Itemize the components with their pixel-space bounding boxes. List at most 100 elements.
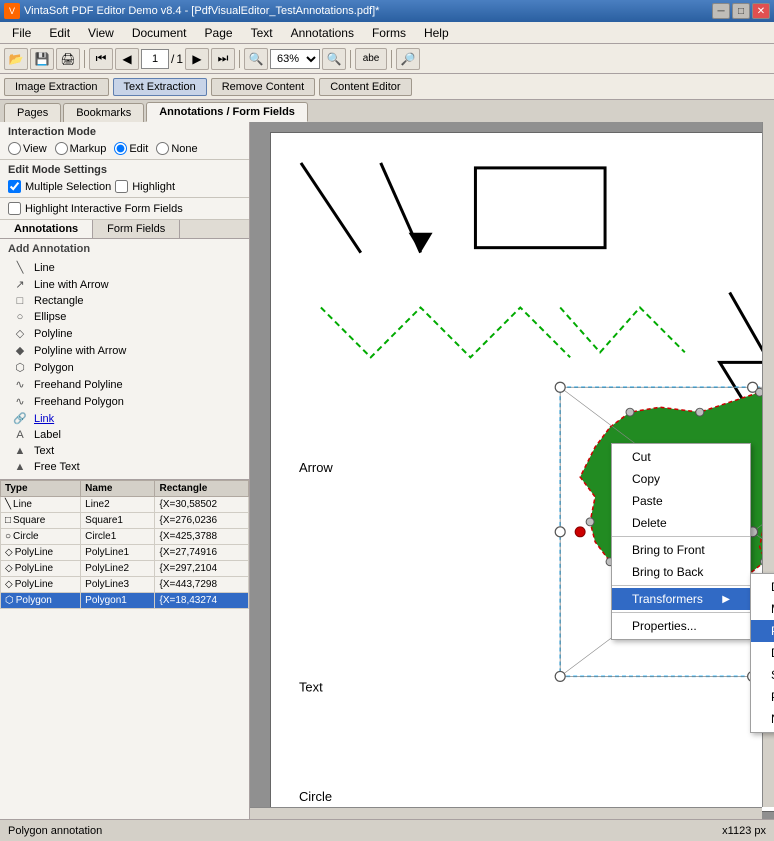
close-button[interactable]: ✕	[752, 3, 770, 19]
table-row[interactable]: ╲Line Line2 {X=30,58502	[1, 497, 249, 513]
submenu-skew[interactable]: Skew	[751, 664, 774, 686]
menu-help[interactable]: Help	[416, 24, 457, 42]
page-navigation: / 1	[141, 49, 183, 69]
ctx-transformers[interactable]: Transformers ▶	[612, 588, 750, 610]
svg-text:Text: Text	[299, 679, 323, 694]
add-link[interactable]: 🔗 Link	[8, 410, 241, 427]
highlight-label[interactable]: Highlight	[115, 180, 175, 193]
ctx-paste[interactable]: Paste	[612, 490, 750, 512]
pdf-canvas[interactable]: Arrow Text Circle Cut Copy Paste	[270, 132, 774, 812]
title-bar-controls[interactable]: ─ □ ✕	[712, 3, 770, 19]
tab-bookmarks[interactable]: Bookmarks	[63, 103, 144, 122]
highlight-form-fields-label[interactable]: Highlight Interactive Form Fields	[8, 202, 183, 215]
mode-markup[interactable]: Markup	[55, 142, 107, 155]
ctx-copy[interactable]: Copy	[612, 468, 750, 490]
menu-document[interactable]: Document	[124, 24, 195, 42]
open-button[interactable]: 📂	[4, 48, 28, 70]
app-icon: V	[4, 3, 20, 19]
ctx-delete[interactable]: Delete	[612, 512, 750, 534]
add-label[interactable]: A Label	[8, 427, 241, 443]
ctx-cut[interactable]: Cut	[612, 446, 750, 468]
ann-tab-form-fields[interactable]: Form Fields	[93, 220, 180, 238]
submenu-none[interactable]: None	[751, 708, 774, 730]
horizontal-scrollbar[interactable]	[250, 807, 762, 819]
page-separator: /	[171, 52, 174, 66]
table-row[interactable]: ◇PolyLine PolyLine1 {X=27,74916	[1, 545, 249, 561]
last-page-button[interactable]: ⏭	[211, 48, 235, 70]
ctx-sep1	[612, 536, 750, 537]
add-line-arrow[interactable]: ↗ Line with Arrow	[8, 276, 241, 293]
first-page-button[interactable]: ⏮	[89, 48, 113, 70]
row-rect: {X=18,43274	[155, 593, 249, 609]
submenu-move-resize-rotate[interactable]: Move/Resize/Rotate	[751, 598, 774, 620]
add-polyline[interactable]: ◇ Polyline	[8, 325, 241, 342]
prev-page-button[interactable]: ◀	[115, 48, 139, 70]
submenu-points[interactable]: Points	[751, 686, 774, 708]
minimize-button[interactable]: ─	[712, 3, 730, 19]
table-row[interactable]: ◇PolyLine PolyLine2 {X=297,2104	[1, 561, 249, 577]
menu-forms[interactable]: Forms	[364, 24, 414, 42]
add-polygon[interactable]: ⬡ Polygon	[8, 359, 241, 376]
add-rectangle[interactable]: □ Rectangle	[8, 293, 241, 309]
remove-content-button[interactable]: Remove Content	[211, 78, 316, 96]
menu-page[interactable]: Page	[197, 24, 241, 42]
row-rect: {X=443,7298	[155, 577, 249, 593]
search-button[interactable]: 🔎	[396, 48, 420, 70]
ctx-bring-back[interactable]: Bring to Back	[612, 561, 750, 583]
table-row[interactable]: □Square Square1 {X=276,0236	[1, 513, 249, 529]
text-extraction-button[interactable]: Text Extraction	[113, 78, 207, 96]
add-ellipse[interactable]: ○ Ellipse	[8, 309, 241, 325]
table-row[interactable]: ◇PolyLine PolyLine3 {X=443,7298	[1, 577, 249, 593]
canvas-inner: Arrow Text Circle Cut Copy Paste	[250, 122, 774, 819]
menu-edit[interactable]: Edit	[41, 24, 78, 42]
mode-none[interactable]: None	[156, 142, 197, 155]
add-polyline-arrow[interactable]: ◆ Polyline with Arrow	[8, 342, 241, 359]
transformers-submenu: Default Move/Resize/Rotate Points/Move/R…	[750, 573, 774, 733]
text-icon: ▲	[12, 445, 28, 457]
polyline-icon: ◇	[12, 327, 28, 340]
sep2	[239, 50, 240, 68]
tab-pages[interactable]: Pages	[4, 103, 61, 122]
menu-annotations[interactable]: Annotations	[283, 24, 362, 42]
svg-text:Arrow: Arrow	[299, 460, 333, 475]
print-button[interactable]: 🖨	[56, 48, 80, 70]
canvas-area[interactable]: Arrow Text Circle Cut Copy Paste	[250, 122, 774, 819]
add-freehand-polyline[interactable]: ∿ Freehand Polyline	[8, 376, 241, 393]
maximize-button[interactable]: □	[732, 3, 750, 19]
multiple-selection-label[interactable]: Multiple Selection	[8, 180, 111, 193]
zoom-select[interactable]: 63% 100% 150%	[270, 49, 320, 69]
table-row-selected[interactable]: ⬡Polygon Polygon1 {X=18,43274	[1, 593, 249, 609]
save-button[interactable]: 💾	[30, 48, 54, 70]
submenu-default[interactable]: Default	[751, 576, 774, 598]
ctx-sep2	[612, 585, 750, 586]
ann-tab-annotations[interactable]: Annotations	[0, 220, 93, 238]
col-rect: Rectangle	[155, 481, 249, 497]
add-freehand-polygon[interactable]: ∿ Freehand Polygon	[8, 393, 241, 410]
mode-view[interactable]: View	[8, 142, 47, 155]
menu-file[interactable]: File	[4, 24, 39, 42]
zoom-out-button[interactable]: 🔍	[244, 48, 268, 70]
annotation-table-scroll[interactable]: Type Name Rectangle ╲Line Line2 {X=30,58…	[0, 480, 249, 609]
next-page-button[interactable]: ▶	[185, 48, 209, 70]
text-button[interactable]: abe	[355, 48, 387, 70]
submenu-points-move-resize-rotate[interactable]: Points/Move/Resize/Rotate	[751, 620, 774, 642]
menu-view[interactable]: View	[80, 24, 122, 42]
mode-edit[interactable]: Edit	[114, 142, 148, 155]
row-rect: {X=30,58502	[155, 497, 249, 513]
image-extraction-button[interactable]: Image Extraction	[4, 78, 109, 96]
submenu-distortion[interactable]: Distortion	[751, 642, 774, 664]
page-input[interactable]	[141, 49, 169, 69]
content-editor-button[interactable]: Content Editor	[319, 78, 411, 96]
subtoolbar: Image Extraction Text Extraction Remove …	[0, 74, 774, 100]
add-text[interactable]: ▲ Text	[8, 443, 241, 459]
ctx-properties[interactable]: Properties...	[612, 615, 750, 637]
table-row[interactable]: ○Circle Circle1 {X=425,3788	[1, 529, 249, 545]
row-type: □Square	[1, 513, 81, 529]
ctx-bring-front[interactable]: Bring to Front	[612, 539, 750, 561]
add-line[interactable]: ╲ Line	[8, 259, 241, 276]
add-free-text[interactable]: ▲ Free Text	[8, 459, 241, 475]
tab-annotations[interactable]: Annotations / Form Fields	[146, 102, 308, 122]
menu-text[interactable]: Text	[243, 24, 281, 42]
zoom-in-button[interactable]: 🔍	[322, 48, 346, 70]
row-name: Square1	[81, 513, 155, 529]
